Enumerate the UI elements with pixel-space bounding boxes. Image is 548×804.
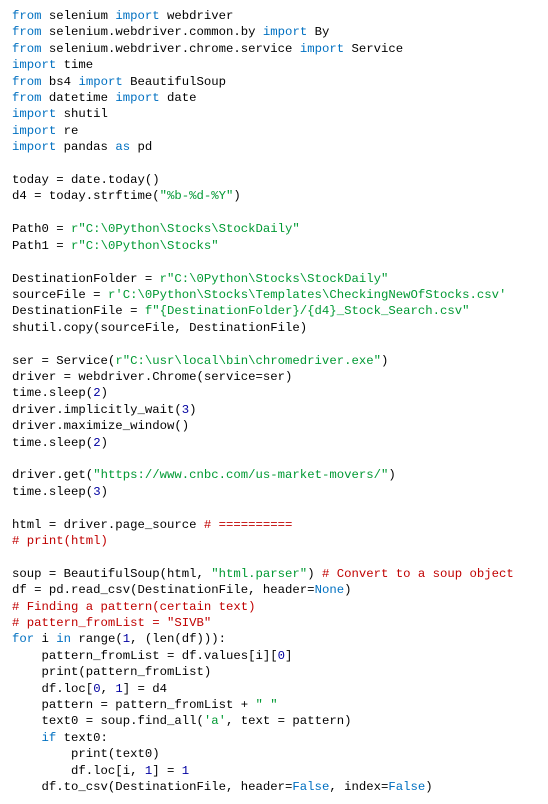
- code-line: time.sleep(3): [12, 485, 108, 499]
- code-line: Path1 = r"C:\0Python\Stocks": [12, 239, 219, 253]
- code-line: from selenium.webdriver.chrome.service i…: [12, 42, 403, 56]
- code-line: text0 = soup.find_all('a', text = patter…: [12, 714, 351, 728]
- code-line: d4 = today.strftime("%b-%d-%Y"): [12, 189, 241, 203]
- code-line: driver.implicitly_wait(3): [12, 403, 197, 417]
- code-line: time.sleep(2): [12, 386, 108, 400]
- code-line: import shutil: [12, 107, 108, 121]
- code-line: from selenium.webdriver.common.by import…: [12, 25, 329, 39]
- code-line: df.to_csv(DestinationFile, header=False,…: [12, 780, 433, 794]
- code-line: if text0:: [12, 731, 108, 745]
- code-line: today = date.today(): [12, 173, 160, 187]
- code-line: driver.maximize_window(): [12, 419, 189, 433]
- code-line: sourceFile = r'C:\0Python\Stocks\Templat…: [12, 288, 506, 302]
- code-line: import re: [12, 124, 78, 138]
- code-line: for i in range(1, (len(df))):: [12, 632, 226, 646]
- code-line: df.loc[0, 1] = d4: [12, 682, 167, 696]
- code-line: # print(html): [12, 534, 108, 548]
- code-line: DestinationFolder = r"C:\0Python\Stocks\…: [12, 272, 388, 286]
- code-line: df = pd.read_csv(DestinationFile, header…: [12, 583, 351, 597]
- code-line: # pattern_fromList = "SIVB": [12, 616, 211, 630]
- code-line: import time: [12, 58, 93, 72]
- code-line: from selenium import webdriver: [12, 9, 233, 23]
- code-line: driver = webdriver.Chrome(service=ser): [12, 370, 292, 384]
- code-line: from datetime import date: [12, 91, 197, 105]
- code-line: pattern = pattern_fromList + " ": [12, 698, 278, 712]
- code-line: import pandas as pd: [12, 140, 152, 154]
- code-line: from bs4 import BeautifulSoup: [12, 75, 226, 89]
- code-line: print(pattern_fromList): [12, 665, 211, 679]
- code-line: DestinationFile = f"{DestinationFolder}/…: [12, 304, 470, 318]
- code-line: time.sleep(2): [12, 436, 108, 450]
- code-line: # Finding a pattern(certain text): [12, 600, 256, 614]
- code-block: from selenium import webdriver from sele…: [0, 0, 548, 804]
- code-line: df.loc[i, 1] = 1: [12, 764, 189, 778]
- code-line: shutil.copy(sourceFile, DestinationFile): [12, 321, 307, 335]
- code-line: soup = BeautifulSoup(html, "html.parser"…: [12, 567, 514, 581]
- code-line: driver.get("https://www.cnbc.com/us-mark…: [12, 468, 396, 482]
- code-line: html = driver.page_source # ==========: [12, 518, 292, 532]
- code-line: ser = Service(r"C:\usr\local\bin\chromed…: [12, 354, 388, 368]
- code-line: print(text0): [12, 747, 160, 761]
- code-line: Path0 = r"C:\0Python\Stocks\StockDaily": [12, 222, 300, 236]
- code-line: pattern_fromList = df.values[i][0]: [12, 649, 292, 663]
